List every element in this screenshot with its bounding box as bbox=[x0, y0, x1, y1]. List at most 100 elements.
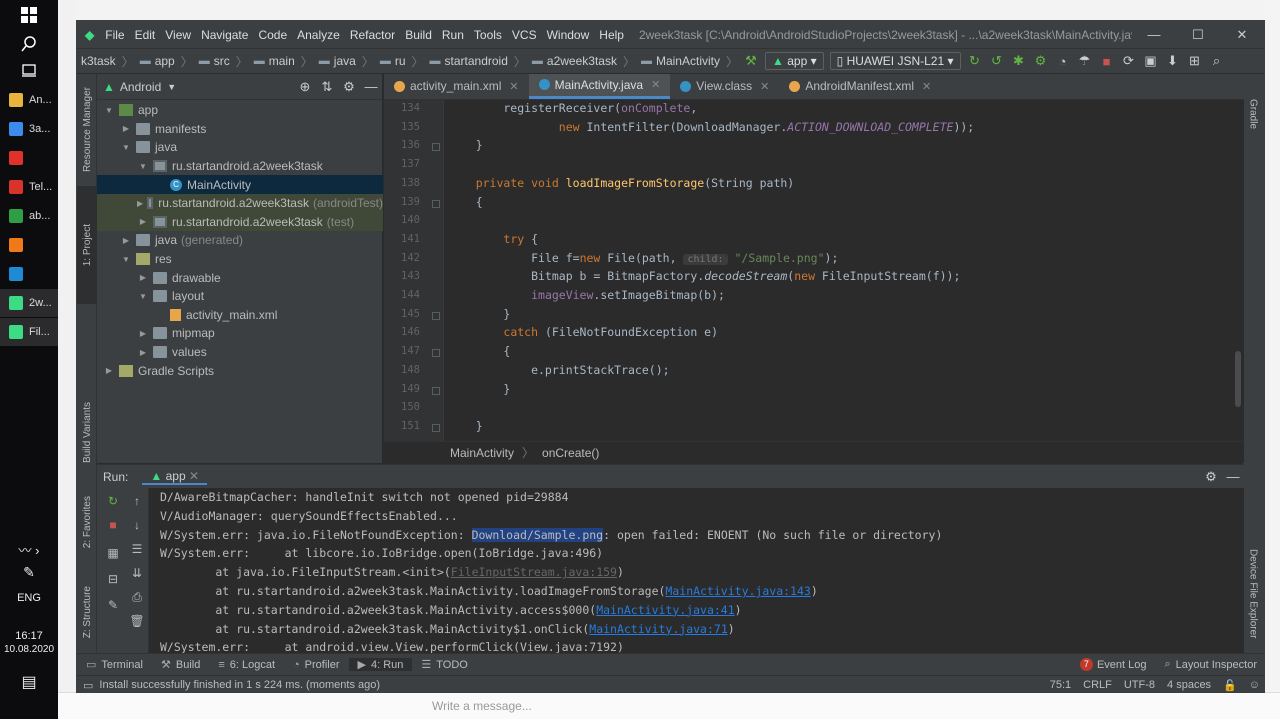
status-toggle-icon[interactable]: ▭ bbox=[83, 679, 93, 692]
editor-tab[interactable]: AndroidManifest.xml ✕ bbox=[779, 74, 941, 99]
pen-icon[interactable]: ✎ bbox=[0, 564, 58, 592]
profile-icon[interactable]: ◔ bbox=[1052, 54, 1074, 69]
tree-item[interactable]: ▼ res bbox=[97, 250, 383, 269]
close-tab-icon[interactable]: ✕ bbox=[922, 80, 931, 93]
stacktrace-link[interactable]: FileInputStream.java:159 bbox=[451, 565, 617, 579]
rerun-icon[interactable]: ↻ bbox=[964, 53, 986, 69]
tree-item[interactable]: ▶ manifests bbox=[97, 120, 383, 139]
tool-tab-resource-manager[interactable]: Resource Manager bbox=[77, 74, 97, 186]
chevron-down-icon[interactable]: ▼ bbox=[103, 106, 115, 115]
tree-item[interactable]: ▼ java bbox=[97, 138, 383, 157]
notifications-icon[interactable]: ▤ bbox=[0, 672, 58, 702]
close-tab-icon[interactable]: ✕ bbox=[509, 80, 518, 93]
maximize-button[interactable]: ☐ bbox=[1176, 27, 1220, 43]
stacktrace-link[interactable]: MainActivity.java:143 bbox=[665, 584, 810, 598]
settings-gear-icon[interactable]: ⚙ bbox=[1200, 469, 1222, 485]
apply-changes-icon[interactable]: ↺ bbox=[986, 53, 1008, 69]
layout-icon[interactable]: ▦ bbox=[103, 546, 123, 560]
menu-code[interactable]: Code bbox=[253, 28, 292, 42]
run-console[interactable]: D/AwareBitmapCacher: handleInit switch n… bbox=[150, 488, 1244, 653]
tree-item[interactable]: ▶ ru.startandroid.a2week3task (androidTest… bbox=[97, 194, 383, 213]
run-tab-app[interactable]: ▲ app ✕ bbox=[142, 469, 208, 485]
menu-vcs[interactable]: VCS bbox=[507, 28, 542, 42]
breadcrumb-class[interactable]: MainActivity bbox=[450, 446, 514, 460]
line-separator[interactable]: CRLF bbox=[1077, 679, 1118, 691]
bottom-tab[interactable]: ▭ Terminal bbox=[77, 658, 152, 672]
soft-wrap-icon[interactable]: ☰ bbox=[127, 542, 147, 556]
code-editor[interactable]: 134 135 136 137 138 139 140 141 142 143 144 145 146 1… bbox=[384, 100, 1244, 445]
stacktrace-link[interactable]: MainActivity.java:71 bbox=[589, 622, 727, 636]
tree-item[interactable]: ▶ java (generated) bbox=[97, 231, 383, 250]
menu-run[interactable]: Run bbox=[437, 28, 469, 42]
menu-tools[interactable]: Tools bbox=[469, 28, 507, 42]
layout-inspector-icon[interactable]: ⊞ bbox=[1184, 53, 1206, 69]
breadcrumb-item[interactable]: k3task bbox=[77, 54, 120, 68]
network-icon[interactable]: 〰 › bbox=[0, 540, 58, 564]
chevron-right-icon[interactable]: ▶ bbox=[137, 348, 149, 357]
breadcrumb-item[interactable]: ▬ MainActivity bbox=[637, 54, 724, 68]
vertical-scrollbar[interactable] bbox=[1235, 351, 1241, 407]
inspector-icon[interactable]: ☺ bbox=[1243, 679, 1264, 691]
caret-position[interactable]: 75:1 bbox=[1044, 679, 1077, 691]
chevron-down-icon[interactable]: ▼ bbox=[137, 292, 149, 301]
tree-item[interactable]: C MainActivity bbox=[97, 175, 383, 194]
hide-panel-icon[interactable]: — bbox=[1222, 469, 1244, 484]
chevron-down-icon[interactable]: ▼ bbox=[167, 82, 176, 92]
tool-tab-structure[interactable]: Z: Structure bbox=[77, 572, 97, 652]
chevron-right-icon[interactable]: ▶ bbox=[137, 199, 143, 208]
task-view-button[interactable] bbox=[0, 56, 58, 84]
tool-tab-build-variants[interactable]: Build Variants bbox=[77, 392, 97, 472]
layout-inspector-tab[interactable]: ⌕ Layout Inspector bbox=[1155, 658, 1264, 671]
bottom-tab[interactable]: ☰ TODO bbox=[412, 658, 476, 672]
clear-all-icon[interactable]: 🗑 bbox=[127, 614, 147, 628]
chevron-down-icon[interactable]: ▼ bbox=[120, 143, 132, 152]
menu-view[interactable]: View bbox=[160, 28, 196, 42]
tool-tab-project[interactable]: 1: Project bbox=[77, 186, 97, 304]
fold-marker-icon[interactable] bbox=[432, 199, 440, 208]
editor-tab[interactable]: MainActivity.java ✕ bbox=[528, 74, 671, 99]
close-button[interactable]: ✕ bbox=[1220, 27, 1264, 43]
tree-item[interactable]: ▶ ru.startandroid.a2week3task (test) bbox=[97, 212, 383, 232]
tree-item[interactable]: ▶ drawable bbox=[97, 268, 383, 287]
close-tab-icon[interactable]: ✕ bbox=[651, 78, 660, 91]
menu-file[interactable]: File bbox=[100, 28, 129, 42]
chevron-right-icon[interactable]: ▶ bbox=[103, 366, 115, 375]
debug-icon[interactable]: ✱ bbox=[1008, 53, 1030, 69]
taskbar-app-7[interactable]: 2w... bbox=[0, 289, 58, 317]
restore-layout-icon[interactable]: ⊟ bbox=[103, 572, 123, 586]
breadcrumb-item[interactable]: ▬ java bbox=[315, 54, 360, 68]
run-config-select[interactable]: ▲ app ▾ bbox=[765, 52, 824, 70]
chevron-right-icon[interactable]: ▶ bbox=[137, 273, 149, 282]
breadcrumb-item[interactable]: ▬ ru bbox=[376, 54, 410, 68]
menu-edit[interactable]: Edit bbox=[130, 28, 161, 42]
menu-refactor[interactable]: Refactor bbox=[345, 28, 400, 42]
taskbar-app-0[interactable]: An... bbox=[0, 86, 58, 114]
editor-tab[interactable]: activity_main.xml ✕ bbox=[384, 74, 529, 99]
breadcrumb-item[interactable]: ▬ app bbox=[136, 54, 179, 68]
start-button[interactable] bbox=[0, 0, 58, 30]
tree-item[interactable]: ▼ ru.startandroid.a2week3task bbox=[97, 157, 383, 176]
stacktrace-link[interactable]: MainActivity.java:41 bbox=[596, 603, 734, 617]
clock-time[interactable]: 16:17 bbox=[0, 630, 58, 644]
tree-item[interactable]: ▶ Gradle Scripts bbox=[97, 361, 383, 380]
taskbar-app-1[interactable]: 3a... bbox=[0, 115, 58, 143]
chevron-right-icon[interactable]: ▶ bbox=[120, 236, 132, 245]
taskbar-app-5[interactable] bbox=[0, 231, 58, 259]
tree-item[interactable]: ▶ values bbox=[97, 343, 383, 362]
breadcrumb-item[interactable]: ▬ a2week3task bbox=[528, 54, 621, 68]
chevron-right-icon[interactable]: ▶ bbox=[120, 124, 132, 133]
fold-marker-icon[interactable] bbox=[432, 423, 440, 432]
hide-panel-icon[interactable]: — bbox=[360, 79, 382, 94]
menu-window[interactable]: Window bbox=[542, 28, 595, 42]
search-everywhere-icon[interactable]: ⌕ bbox=[1206, 53, 1228, 69]
editor-tab[interactable]: View.class ✕ bbox=[670, 74, 779, 99]
breadcrumb-method[interactable]: onCreate() bbox=[542, 446, 599, 460]
menu-navigate[interactable]: Navigate bbox=[196, 28, 253, 42]
stop-icon[interactable]: ■ bbox=[1096, 54, 1118, 69]
search-button[interactable] bbox=[0, 30, 58, 58]
fold-marker-icon[interactable] bbox=[432, 311, 440, 320]
chevron-right-icon[interactable]: ▶ bbox=[137, 217, 149, 226]
locate-icon[interactable]: ⊕ bbox=[294, 79, 316, 95]
pin-icon[interactable]: ✎ bbox=[103, 598, 123, 612]
attach-debugger-icon[interactable]: ⚙ bbox=[1030, 53, 1052, 69]
